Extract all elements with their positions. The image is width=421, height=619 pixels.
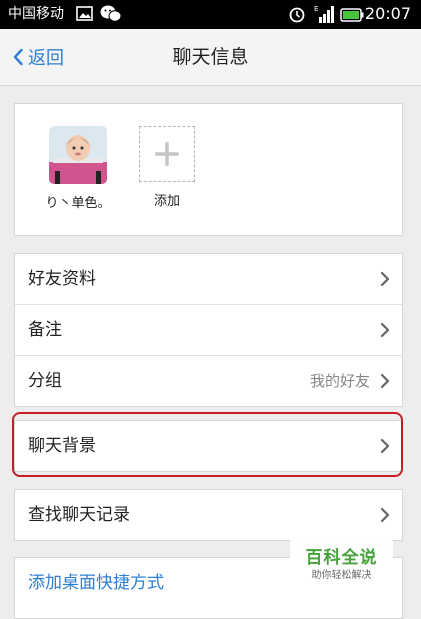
row-remark[interactable]: 备注 bbox=[15, 304, 402, 355]
row-label: 备注 bbox=[28, 320, 62, 340]
add-box bbox=[139, 126, 195, 182]
add-member-button[interactable]: 添加 bbox=[132, 126, 202, 209]
settings-group-background: 聊天背景 bbox=[14, 420, 403, 472]
row-label: 好友资料 bbox=[28, 269, 96, 289]
watermark-subtitle: 助你轻松解决 bbox=[311, 570, 372, 581]
member-name: り丶单色。 bbox=[45, 196, 111, 211]
wechat-icon bbox=[100, 5, 122, 22]
chevron-left-icon bbox=[13, 48, 23, 66]
watermark-title: 百科全说 bbox=[305, 548, 378, 568]
member-item[interactable]: り丶单色。 bbox=[43, 126, 113, 211]
row-find-chat-history[interactable]: 查找聊天记录 bbox=[15, 490, 402, 540]
carrier-label: 中国移动 bbox=[8, 6, 64, 22]
clock-time: 20:07 bbox=[364, 4, 411, 23]
alarm-icon bbox=[289, 7, 305, 23]
add-label: 添加 bbox=[153, 194, 180, 209]
battery-icon bbox=[340, 8, 364, 22]
row-group[interactable]: 分组 我的好友 bbox=[15, 355, 402, 406]
chevron-right-icon bbox=[380, 322, 390, 338]
chevron-right-icon bbox=[380, 373, 390, 389]
status-bar: 中国移动 E 20:07 bbox=[0, 0, 421, 29]
row-friend-profile[interactable]: 好友资料 bbox=[15, 254, 402, 304]
watermark: 百科全说 助你轻松解决 bbox=[290, 539, 393, 589]
row-value: 我的好友 bbox=[309, 372, 370, 390]
row-chat-background[interactable]: 聊天背景 bbox=[15, 421, 402, 471]
row-label: 查找聊天记录 bbox=[28, 505, 130, 525]
settings-group-profile: 好友资料 备注 分组 我的好友 bbox=[14, 253, 403, 407]
chevron-right-icon bbox=[380, 507, 390, 523]
avatar bbox=[49, 126, 107, 184]
nav-bar: 返回 聊天信息 bbox=[0, 29, 421, 86]
plus-icon bbox=[155, 142, 179, 166]
back-button[interactable]: 返回 bbox=[12, 29, 64, 85]
back-label: 返回 bbox=[28, 48, 64, 69]
svg-text:E: E bbox=[314, 5, 318, 13]
image-icon bbox=[76, 6, 93, 21]
chevron-right-icon bbox=[380, 438, 390, 454]
row-label: 聊天背景 bbox=[28, 436, 96, 456]
row-label: 添加桌面快捷方式 bbox=[28, 573, 164, 593]
signal-icon: E bbox=[314, 5, 334, 23]
row-label: 分组 bbox=[28, 371, 62, 391]
settings-group-search: 查找聊天记录 bbox=[14, 489, 403, 541]
chevron-right-icon bbox=[380, 271, 390, 287]
members-card: り丶单色。 添加 bbox=[14, 103, 403, 236]
